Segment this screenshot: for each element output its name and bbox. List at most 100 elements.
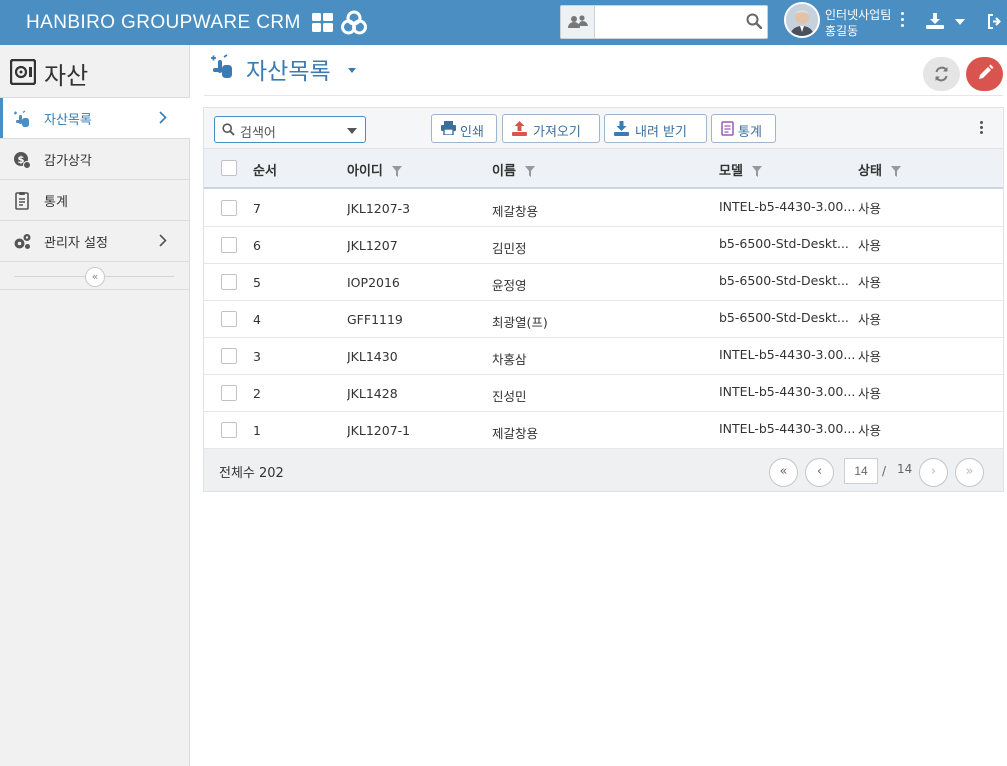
edit-button[interactable] <box>966 57 1003 91</box>
cell-id[interactable]: JKL1207 <box>347 238 398 253</box>
row-checkbox[interactable] <box>221 200 237 216</box>
user-name[interactable]: 홍길동 <box>825 22 858 39</box>
table-row[interactable]: 7 JKL1207-3 제갈창용 INTEL-b5-4430-3.00... 사… <box>204 190 1003 227</box>
sidebar-item-depreciation[interactable]: $ 감가상각 <box>0 139 190 180</box>
apps-grid-icon[interactable] <box>312 13 333 32</box>
cell-id[interactable]: JKL1428 <box>347 386 398 401</box>
import-button[interactable]: 가져오기 <box>502 114 600 143</box>
cell-id[interactable]: GFF1119 <box>347 312 403 327</box>
hanbiro-logo-icon[interactable] <box>341 10 367 36</box>
cell-model[interactable]: INTEL-b5-4430-3.00... <box>719 199 855 214</box>
filter-icon[interactable] <box>525 166 536 177</box>
dollar-gear-icon: $ <box>14 152 31 169</box>
cell-name[interactable]: 김민정 <box>492 238 527 257</box>
column-id[interactable]: 아이디 <box>347 160 403 179</box>
column-status[interactable]: 상태 <box>858 160 902 179</box>
download-icon <box>614 121 629 136</box>
cell-status: 사용 <box>858 349 882 364</box>
cell-status: 사용 <box>858 201 882 216</box>
page-title-caret-icon[interactable] <box>348 68 356 73</box>
row-checkbox[interactable] <box>221 422 237 438</box>
column-model[interactable]: 모델 <box>719 160 763 179</box>
print-button[interactable]: 인쇄 <box>431 114 497 143</box>
page-title[interactable]: 자산목록 <box>246 52 331 86</box>
table-header: 순서 아이디 이름 모델 상태 <box>204 149 1003 189</box>
cell-name[interactable]: 제갈창용 <box>492 201 538 220</box>
cell-name[interactable]: 윤정영 <box>492 275 527 294</box>
cell-status: 사용 <box>858 423 882 438</box>
users-icon <box>568 15 588 28</box>
app-brand[interactable]: HANBIRO GROUPWARE CRM <box>26 12 301 34</box>
download-icon[interactable] <box>926 13 944 29</box>
cell-model[interactable]: INTEL-b5-4430-3.00... <box>719 347 855 362</box>
more-options-kebab-icon[interactable] <box>978 121 984 137</box>
cell-id[interactable]: JKL1207-1 <box>347 423 410 438</box>
table-row[interactable]: 3 JKL1430 차홍삼 INTEL-b5-4430-3.00... 사용 <box>204 338 1003 375</box>
user-photo-icon <box>786 4 818 36</box>
filter-icon[interactable] <box>392 166 403 177</box>
cell-name[interactable]: 차홍삼 <box>492 349 527 368</box>
cell-status: 사용 <box>858 275 882 290</box>
search-filter-select[interactable]: 검색어 <box>214 116 366 143</box>
search-scope-button[interactable] <box>561 6 595 38</box>
column-order[interactable]: 순서 <box>253 160 277 179</box>
search-filter-placeholder: 검색어 <box>240 126 276 141</box>
cell-id[interactable]: IOP2016 <box>347 275 400 290</box>
refresh-button[interactable] <box>923 57 960 91</box>
download-button[interactable]: 내려 받기 <box>604 114 707 143</box>
sidebar-item-label: 통계 <box>44 195 68 210</box>
user-menu-kebab-icon[interactable] <box>897 12 907 30</box>
cell-model[interactable]: b5-6500-Std-Deskt... <box>719 236 849 251</box>
table-row[interactable]: 4 GFF1119 최광열(프) b5-6500-Std-Deskt... 사용 <box>204 301 1003 338</box>
global-search-input[interactable] <box>597 9 742 35</box>
upload-icon <box>512 121 527 136</box>
sidebar-item-admin-settings[interactable]: 관리자 설정 <box>0 221 190 262</box>
sidebar-collapse-button[interactable]: « <box>85 267 105 287</box>
sidebar-item-statistics[interactable]: 통계 <box>0 180 190 221</box>
cell-model[interactable]: INTEL-b5-4430-3.00... <box>719 421 855 436</box>
last-page-button[interactable]: » <box>955 458 984 487</box>
prev-page-button[interactable]: ‹ <box>805 458 834 487</box>
download-caret-icon[interactable] <box>955 19 965 25</box>
cell-name[interactable]: 제갈창용 <box>492 423 538 442</box>
cell-status: 사용 <box>858 386 882 401</box>
cell-name[interactable]: 최광열(프) <box>492 312 548 331</box>
cell-model[interactable]: b5-6500-Std-Deskt... <box>719 273 849 288</box>
table-row[interactable]: 5 IOP2016 윤정영 b5-6500-Std-Deskt... 사용 <box>204 264 1003 301</box>
statistics-button[interactable]: 통계 <box>711 114 776 143</box>
select-all-checkbox[interactable] <box>221 160 237 176</box>
user-avatar[interactable] <box>784 2 820 38</box>
import-label: 가져오기 <box>533 125 581 140</box>
cell-status: 사용 <box>858 238 882 253</box>
cell-order: 4 <box>253 312 261 327</box>
row-checkbox[interactable] <box>221 237 237 253</box>
cell-name[interactable]: 진성민 <box>492 386 527 405</box>
logout-icon[interactable] <box>988 14 1002 29</box>
cell-model[interactable]: INTEL-b5-4430-3.00... <box>719 384 855 399</box>
cell-model[interactable]: b5-6500-Std-Deskt... <box>719 310 849 325</box>
table-row[interactable]: 2 JKL1428 진성민 INTEL-b5-4430-3.00... 사용 <box>204 375 1003 412</box>
sidebar-item-asset-list[interactable]: 자산목록 <box>0 98 190 139</box>
cell-id[interactable]: JKL1430 <box>347 349 398 364</box>
statistics-label: 통계 <box>738 125 762 140</box>
column-name[interactable]: 이름 <box>492 160 536 179</box>
row-checkbox[interactable] <box>221 311 237 327</box>
row-checkbox[interactable] <box>221 274 237 290</box>
page-number-input[interactable] <box>844 458 878 484</box>
table-row[interactable]: 1 JKL1207-1 제갈창용 INTEL-b5-4430-3.00... 사… <box>204 412 1003 449</box>
filter-icon[interactable] <box>752 166 763 177</box>
divider <box>0 289 190 290</box>
search-icon[interactable] <box>746 13 762 29</box>
cell-id[interactable]: JKL1207-3 <box>347 201 410 216</box>
report-icon <box>721 121 734 136</box>
next-page-button[interactable]: › <box>919 458 948 487</box>
first-page-button[interactable]: « <box>769 458 798 487</box>
filter-icon[interactable] <box>891 166 902 177</box>
total-pages: 14 <box>897 462 913 476</box>
table-row[interactable]: 6 JKL1207 김민정 b5-6500-Std-Deskt... 사용 <box>204 227 1003 264</box>
user-org[interactable]: 인터넷사업팀 <box>825 6 891 23</box>
search-icon <box>222 123 235 136</box>
row-checkbox[interactable] <box>221 348 237 364</box>
row-checkbox[interactable] <box>221 385 237 401</box>
refresh-icon <box>935 66 948 82</box>
